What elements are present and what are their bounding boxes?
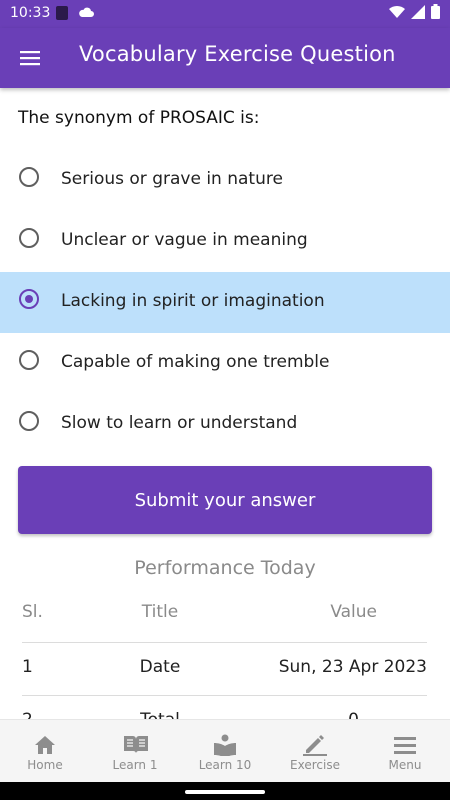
nav-learn-10[interactable]: Learn 10 bbox=[180, 720, 270, 783]
answer-options: Serious or grave in nature Unclear or va… bbox=[0, 150, 450, 455]
hamburger-menu-icon[interactable] bbox=[18, 46, 42, 70]
row-value: Sun, 23 Apr 2023 bbox=[278, 657, 427, 677]
submit-answer-button[interactable]: Submit your answer bbox=[18, 466, 432, 534]
question-text: The synonym of PROSAIC is: bbox=[18, 108, 260, 128]
nav-home[interactable]: Home bbox=[0, 720, 90, 783]
status-bar: 10:33 bbox=[0, 0, 450, 28]
radio-button-checked[interactable] bbox=[19, 289, 39, 309]
notification-icon bbox=[56, 6, 68, 20]
nav-exercise[interactable]: Exercise bbox=[270, 720, 360, 783]
header-sl: Sl. bbox=[22, 602, 43, 622]
table-header-row: Sl. Title Value bbox=[22, 592, 427, 643]
table-row: 1 Date Sun, 23 Apr 2023 bbox=[22, 643, 427, 696]
nav-label: Home bbox=[27, 758, 63, 772]
book-icon bbox=[124, 736, 148, 753]
header-value: Value bbox=[330, 602, 377, 622]
nav-learn-1[interactable]: Learn 1 bbox=[90, 720, 180, 783]
option-label: Capable of making one tremble bbox=[61, 352, 330, 372]
page-title: Vocabulary Exercise Question bbox=[79, 42, 396, 66]
nav-label: Learn 10 bbox=[198, 758, 252, 772]
bottom-navigation: Home Learn 1 Learn 10 Exercise Menu bbox=[0, 719, 450, 783]
option-label: Unclear or vague in meaning bbox=[61, 230, 308, 250]
nav-menu[interactable]: Menu bbox=[360, 720, 450, 783]
option-5[interactable]: Slow to learn or understand bbox=[0, 394, 450, 455]
option-label: Serious or grave in nature bbox=[61, 169, 283, 189]
option-1[interactable]: Serious or grave in nature bbox=[0, 150, 450, 211]
gesture-bar bbox=[0, 782, 450, 800]
radio-button[interactable] bbox=[19, 411, 39, 431]
header-title: Title bbox=[141, 602, 179, 622]
radio-button[interactable] bbox=[19, 228, 39, 248]
row-title: Date bbox=[139, 657, 181, 677]
wifi-icon bbox=[389, 5, 405, 18]
radio-button[interactable] bbox=[19, 350, 39, 370]
option-4[interactable]: Capable of making one tremble bbox=[0, 333, 450, 394]
radio-button[interactable] bbox=[19, 167, 39, 187]
reader-icon bbox=[214, 734, 236, 756]
option-3[interactable]: Lacking in spirit or imagination bbox=[0, 272, 450, 333]
nav-label: Menu bbox=[388, 758, 422, 772]
nav-label: Exercise bbox=[290, 758, 340, 772]
nav-label: Learn 1 bbox=[112, 758, 158, 772]
option-label: Slow to learn or understand bbox=[61, 413, 298, 433]
status-time: 10:33 bbox=[10, 5, 51, 21]
home-gesture-handle[interactable] bbox=[185, 790, 265, 794]
menu-icon bbox=[394, 737, 416, 754]
signal-icon bbox=[411, 4, 425, 19]
battery-icon bbox=[431, 4, 440, 19]
home-icon bbox=[35, 736, 55, 754]
cloud-icon bbox=[79, 7, 94, 17]
option-label: Lacking in spirit or imagination bbox=[61, 291, 325, 311]
performance-title: Performance Today bbox=[134, 557, 316, 579]
pencil-icon bbox=[303, 735, 327, 756]
app-bar: Vocabulary Exercise Question bbox=[0, 28, 450, 88]
option-2[interactable]: Unclear or vague in meaning bbox=[0, 211, 450, 272]
row-sl: 1 bbox=[22, 657, 33, 677]
